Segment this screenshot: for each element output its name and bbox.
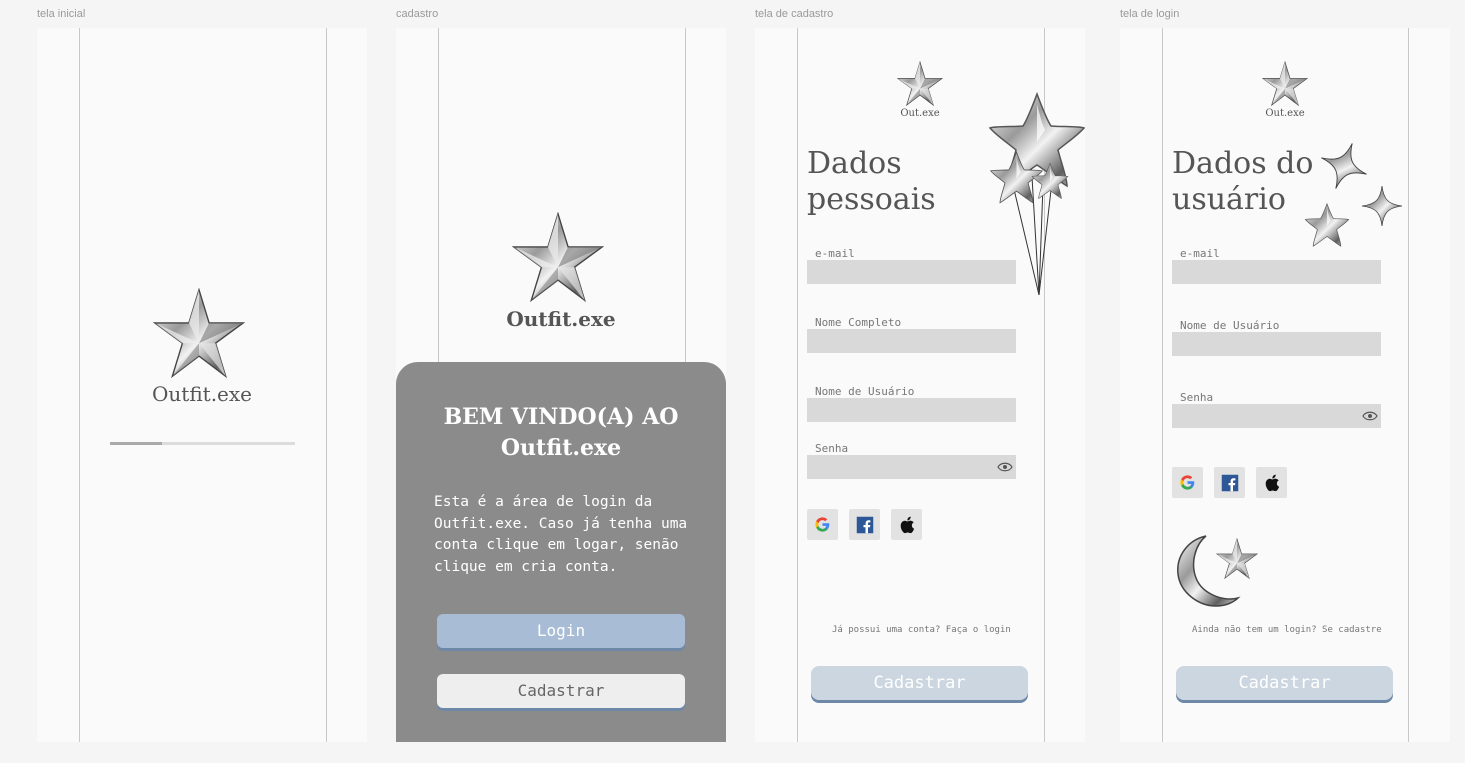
password-field[interactable] xyxy=(1172,404,1381,428)
signup-link[interactable]: Ainda não tem um login? Se cadastre xyxy=(1192,625,1382,635)
google-login-button[interactable] xyxy=(807,509,838,540)
username-field[interactable] xyxy=(807,398,1016,422)
facebook-icon xyxy=(856,516,873,533)
email-field[interactable] xyxy=(807,260,1016,284)
eye-icon[interactable] xyxy=(1362,411,1378,421)
full-name-field[interactable] xyxy=(807,329,1016,353)
loading-progress-fill xyxy=(110,442,162,445)
login-button[interactable]: Login xyxy=(437,614,685,648)
frame-login-form: Out.exe Dados do usuário e-mail Nome de … xyxy=(1120,28,1450,742)
apple-login-button[interactable] xyxy=(1256,467,1287,498)
frame-label-signup-intro: cadastro xyxy=(396,8,439,20)
layout-guide xyxy=(1162,28,1163,742)
moon-star-icon xyxy=(1177,535,1258,607)
login-submit-button[interactable]: Cadastrar xyxy=(1176,666,1393,700)
apple-login-button[interactable] xyxy=(891,509,922,540)
page-title-line1: Dados xyxy=(807,146,902,181)
eye-icon[interactable] xyxy=(997,462,1013,472)
frame-initial: Outfit.exe xyxy=(37,28,367,742)
frame-label-signup-form: tela de cadastro xyxy=(755,8,834,20)
page-title-line1: Dados do xyxy=(1172,146,1314,181)
page-title: Dados pessoais xyxy=(807,146,936,218)
password-label: Senha xyxy=(1180,391,1214,404)
sparkle-stars-icon xyxy=(1305,140,1402,247)
logo-text: Outfit.exe xyxy=(152,382,252,406)
apple-icon xyxy=(900,516,914,533)
logo-text: Outfit.exe xyxy=(506,307,616,331)
password-label: Senha xyxy=(815,442,849,455)
email-field[interactable] xyxy=(1172,260,1381,284)
google-icon xyxy=(1180,475,1195,490)
welcome-title: BEM VINDO(A) AO Outfit.exe xyxy=(396,402,726,464)
google-login-button[interactable] xyxy=(1172,467,1203,498)
facebook-login-button[interactable] xyxy=(1214,467,1245,498)
facebook-login-button[interactable] xyxy=(849,509,880,540)
welcome-title-line1: BEM VINDO(A) AO xyxy=(443,404,679,430)
star-logo-icon xyxy=(513,213,603,302)
frame-signup-intro: Outfit.exe BEM VINDO(A) AO Outfit.exe Es… xyxy=(396,28,726,742)
email-label: e-mail xyxy=(1180,247,1220,260)
layout-guide xyxy=(797,28,798,742)
login-link[interactable]: Já possui uma conta? Faça o login xyxy=(832,625,1011,635)
welcome-card: BEM VINDO(A) AO Outfit.exe Esta é a área… xyxy=(396,362,726,742)
layout-guide xyxy=(79,28,80,742)
google-icon xyxy=(815,517,830,532)
star-logo-icon xyxy=(1262,61,1308,106)
username-label: Nome de Usuário xyxy=(1180,319,1280,332)
frame-label-initial: tela inicial xyxy=(37,8,86,20)
star-logo-icon xyxy=(897,61,943,106)
email-label: e-mail xyxy=(815,247,855,260)
register-submit-button[interactable]: Cadastrar xyxy=(811,666,1028,700)
page-title-line2: pessoais xyxy=(807,182,936,217)
logo-text: Out.exe xyxy=(1265,108,1305,119)
page-title: Dados do usuário xyxy=(1172,146,1313,218)
register-button[interactable]: Cadastrar xyxy=(437,674,685,708)
username-label: Nome de Usuário xyxy=(815,385,915,398)
layout-guide xyxy=(326,28,327,742)
password-field[interactable] xyxy=(807,455,1016,479)
frame-label-login-form: tela de login xyxy=(1120,8,1180,20)
username-field[interactable] xyxy=(1172,332,1381,356)
logo-text: Out.exe xyxy=(900,108,940,119)
star-logo-icon xyxy=(154,289,244,378)
welcome-title-line2: Outfit.exe xyxy=(500,435,622,461)
apple-icon xyxy=(1265,474,1279,491)
frame-signup-form: Out.exe Dados pessoais e-mail Nome Compl… xyxy=(755,28,1085,742)
layout-guide xyxy=(1408,28,1409,742)
full-name-label: Nome Completo xyxy=(815,316,902,329)
welcome-description: Esta é a área de login da Outfit.exe. Ca… xyxy=(434,494,688,575)
loading-progress-bar xyxy=(110,442,295,445)
page-title-line2: usuário xyxy=(1172,182,1286,217)
facebook-icon xyxy=(1221,474,1238,491)
